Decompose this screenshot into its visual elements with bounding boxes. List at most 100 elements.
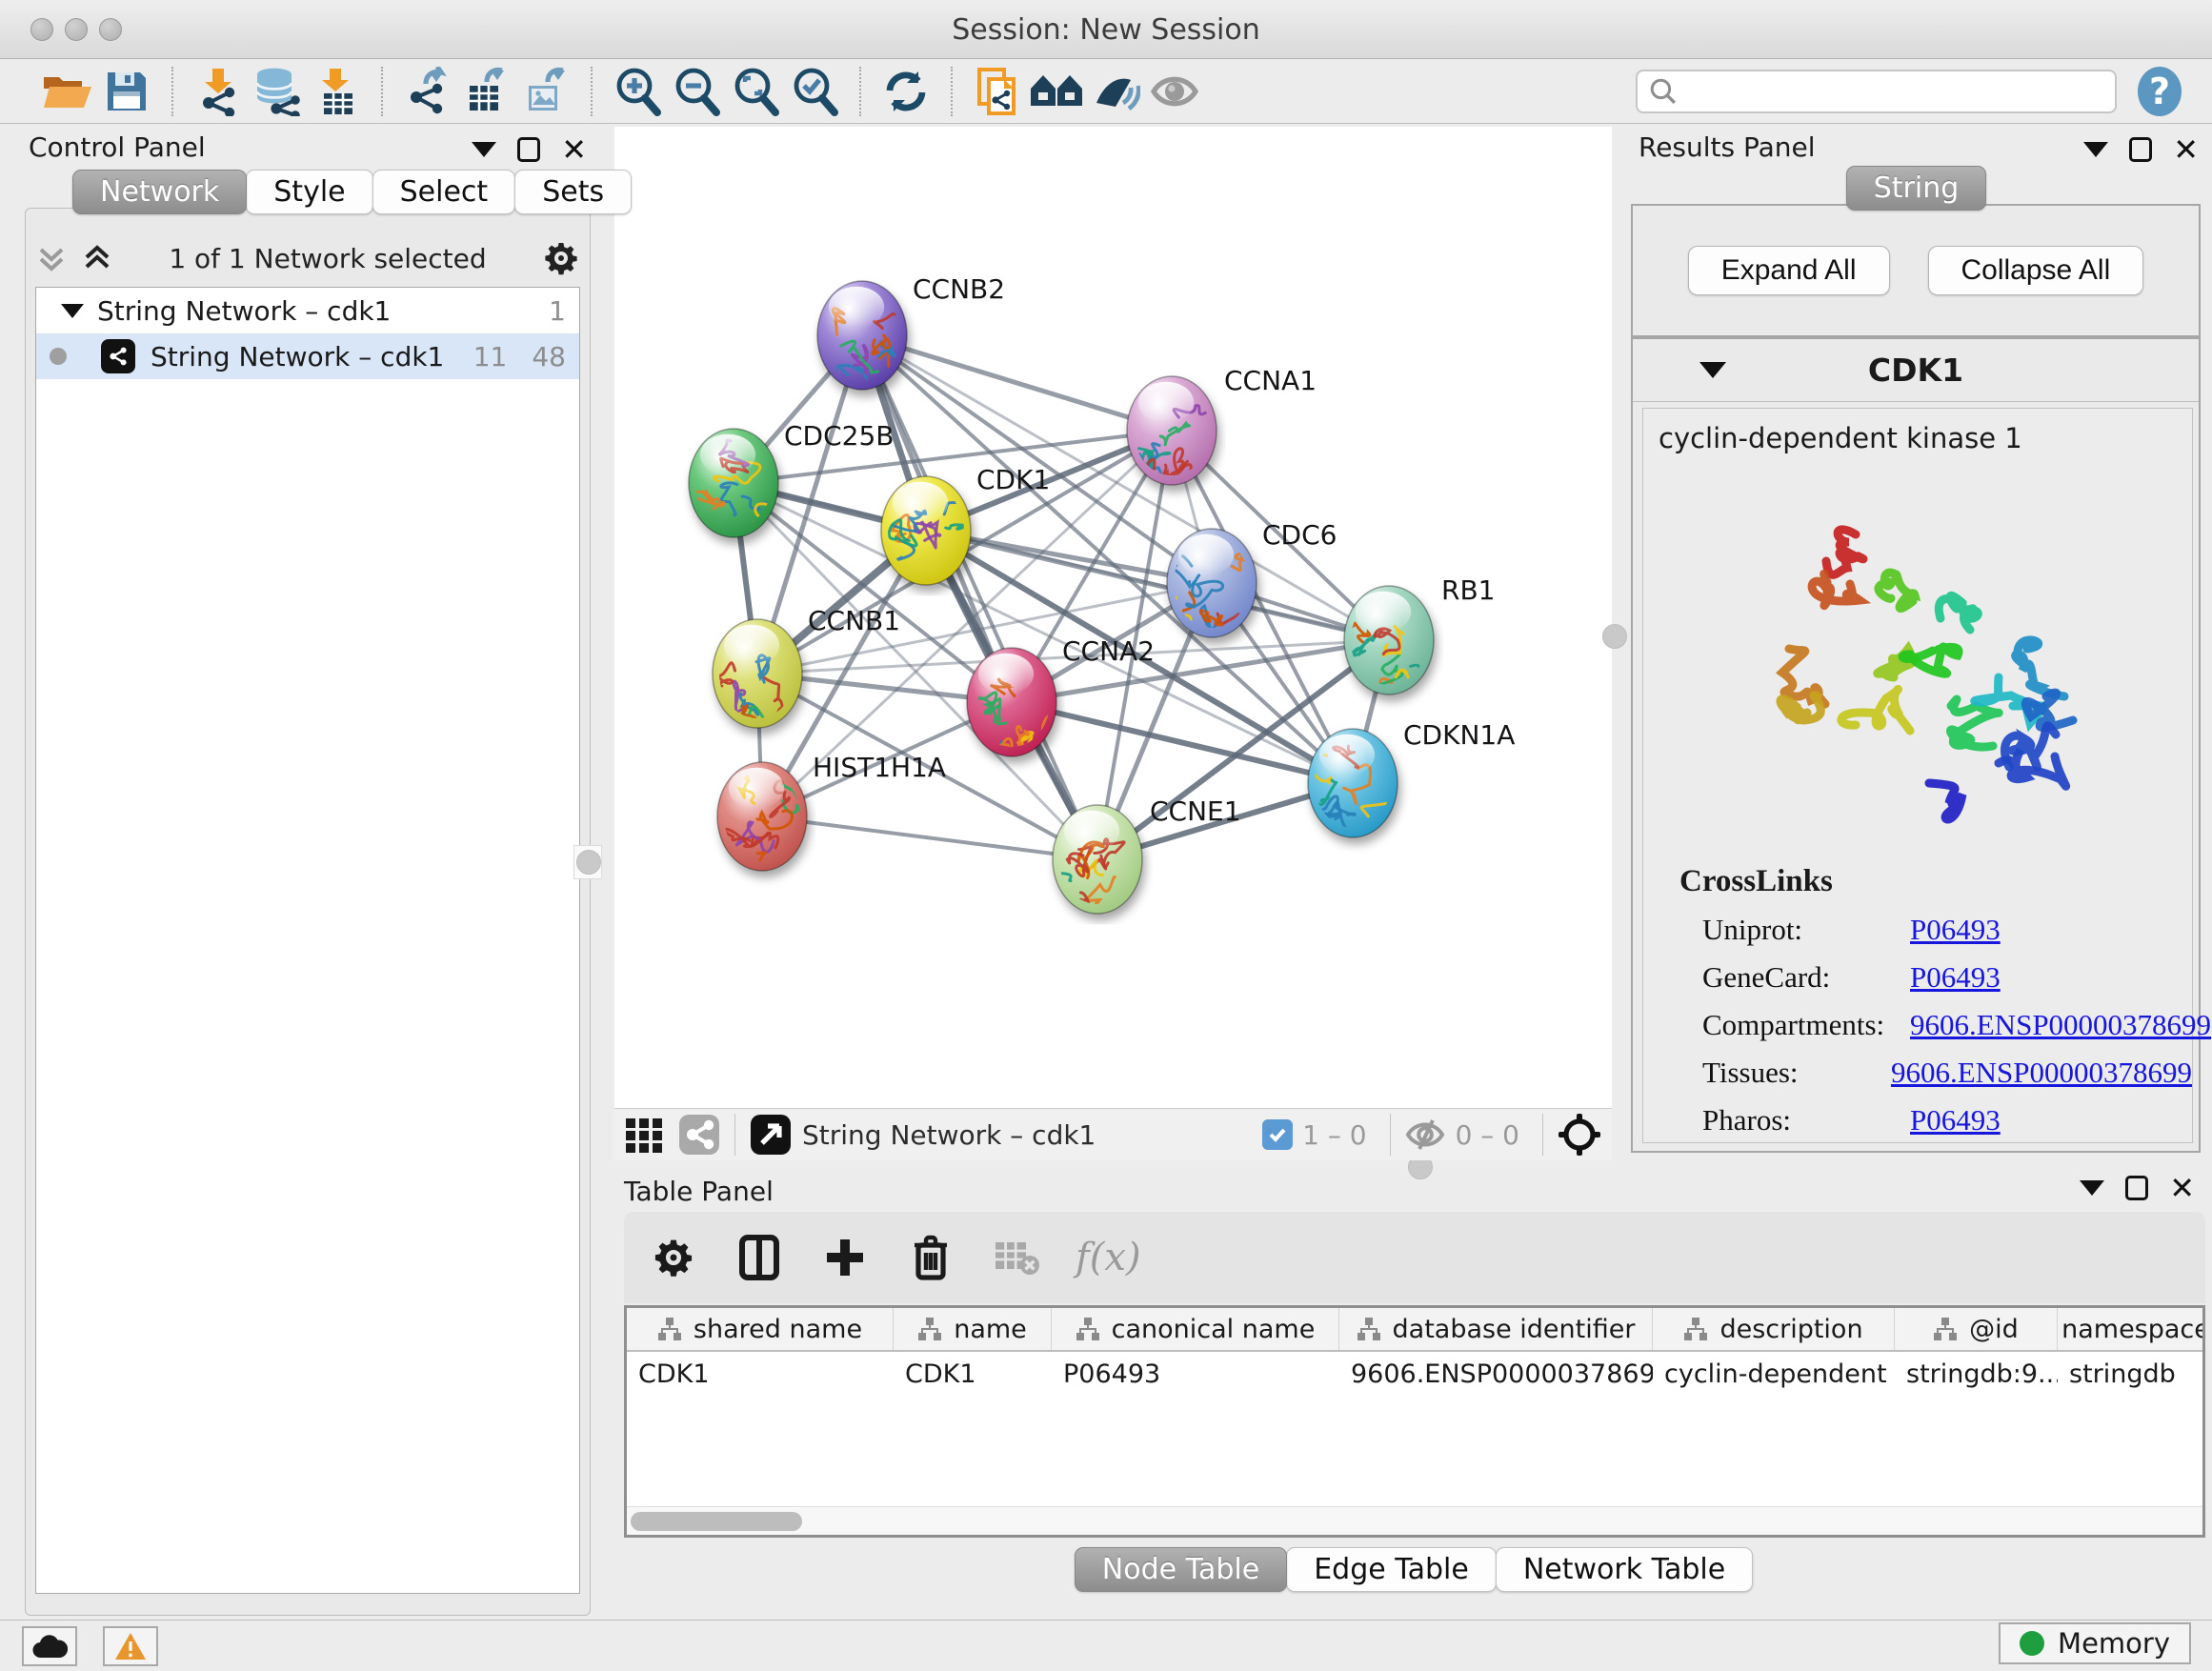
main-toolbar: ? bbox=[0, 60, 2212, 124]
section-collapse-caret-icon[interactable] bbox=[1699, 362, 1726, 378]
collapse-all-icon[interactable] bbox=[35, 242, 68, 274]
genecard-link[interactable]: P06493 bbox=[1910, 960, 2001, 995]
scrollbar-thumb[interactable] bbox=[631, 1512, 802, 1531]
network-options-gear-icon[interactable] bbox=[542, 239, 580, 277]
tab-edge-table[interactable]: Edge Table bbox=[1286, 1547, 1497, 1592]
control-panel-float-icon[interactable] bbox=[517, 137, 540, 162]
results-panel-float-icon[interactable] bbox=[2129, 137, 2152, 162]
table-row[interactable]: CDK1 CDK1 P06493 9606.ENSP00000378699 cy… bbox=[627, 1352, 2202, 1398]
column-header[interactable]: namespace bbox=[2058, 1308, 2202, 1350]
table-panel-float-icon[interactable] bbox=[2125, 1176, 2148, 1200]
enhance-labels-button[interactable] bbox=[1086, 66, 1145, 117]
expand-all-icon[interactable] bbox=[81, 242, 113, 274]
node-label-RB1: RB1 bbox=[1441, 574, 1495, 606]
network-node-CDK1[interactable] bbox=[881, 476, 987, 585]
database-import-icon bbox=[251, 67, 303, 116]
table-panel-close-icon[interactable]: ✕ bbox=[2169, 1176, 2195, 1200]
show-columns-button[interactable] bbox=[733, 1232, 786, 1283]
tab-style[interactable]: Style bbox=[246, 170, 372, 214]
warnings-button[interactable] bbox=[103, 1626, 158, 1666]
export-network-icon bbox=[403, 67, 452, 116]
gene-section-header[interactable]: CDK1 bbox=[1633, 339, 2199, 402]
tab-network[interactable]: Network bbox=[72, 170, 247, 214]
results-panel-collapse-icon[interactable] bbox=[2083, 142, 2108, 157]
import-network-from-database-button[interactable] bbox=[248, 66, 307, 117]
export-table-icon bbox=[462, 67, 512, 116]
network-node-CDC25B[interactable] bbox=[689, 429, 785, 554]
network-node-CCNB2[interactable] bbox=[817, 281, 915, 404]
expand-all-button[interactable]: Expand All bbox=[1688, 246, 1890, 295]
uniprot-link[interactable]: P06493 bbox=[1910, 913, 2001, 947]
memory-button[interactable]: Memory bbox=[1999, 1622, 2191, 1664]
delete-column-button[interactable] bbox=[904, 1232, 957, 1283]
network-edge[interactable] bbox=[762, 816, 1097, 859]
tab-node-table[interactable]: Node Table bbox=[1075, 1547, 1287, 1592]
zoom-selected-button[interactable] bbox=[785, 66, 844, 117]
results-panel-close-icon[interactable]: ✕ bbox=[2173, 137, 2199, 162]
left-splitter-handle[interactable] bbox=[573, 845, 602, 879]
save-floppy-icon bbox=[104, 69, 150, 114]
tab-sets[interactable]: Sets bbox=[514, 170, 632, 214]
tree-expand-caret-icon[interactable] bbox=[61, 304, 84, 318]
zoom-in-button[interactable] bbox=[608, 66, 667, 117]
network-node-RB1[interactable] bbox=[1341, 586, 1434, 704]
table-panel-collapse-icon[interactable] bbox=[2080, 1180, 2104, 1196]
toolbar-search bbox=[1636, 70, 2117, 113]
network-canvas[interactable]: CCNB2CCNA1CDC25BCDK1CDC6RB1CCNB1CCNA2CDK… bbox=[614, 127, 1612, 1108]
zoom-fit-button[interactable] bbox=[726, 66, 785, 117]
network-edge[interactable] bbox=[1012, 702, 1353, 783]
selected-items-checkbox-icon[interactable] bbox=[1262, 1119, 1293, 1150]
import-network-button[interactable] bbox=[189, 66, 248, 117]
tissues-link[interactable]: 9606.ENSP00000378699 bbox=[1891, 1056, 2192, 1090]
collapse-all-button[interactable]: Collapse All bbox=[1928, 246, 2144, 295]
column-header[interactable]: canonical name bbox=[1052, 1308, 1339, 1350]
tab-network-table[interactable]: Network Table bbox=[1496, 1547, 1753, 1592]
network-node-HIST1H1A[interactable] bbox=[717, 762, 807, 878]
column-header[interactable]: database identifier bbox=[1339, 1308, 1653, 1350]
open-folder-icon bbox=[42, 70, 93, 113]
copy-network-style-button[interactable] bbox=[968, 66, 1027, 117]
save-session-button[interactable] bbox=[97, 66, 156, 117]
network-edge[interactable] bbox=[862, 335, 1172, 431]
network-collection-row[interactable]: String Network – cdk1 1 bbox=[36, 288, 579, 333]
cloud-services-button[interactable] bbox=[22, 1626, 77, 1666]
zoom-out-button[interactable] bbox=[667, 66, 726, 117]
search-icon bbox=[1649, 77, 1678, 106]
tab-select[interactable]: Select bbox=[372, 170, 516, 214]
network-node-CCNB1[interactable] bbox=[713, 619, 802, 743]
columns-icon bbox=[738, 1234, 780, 1281]
show-hide-graphics-button[interactable] bbox=[1145, 66, 1204, 117]
create-column-button[interactable] bbox=[818, 1232, 872, 1283]
string-style-icon-disabled[interactable] bbox=[677, 1113, 721, 1157]
export-network-button[interactable] bbox=[398, 66, 457, 117]
open-in-window-icon[interactable] bbox=[749, 1113, 793, 1157]
memory-status-dot-icon bbox=[2020, 1631, 2044, 1656]
import-table-button[interactable] bbox=[307, 66, 366, 117]
column-header[interactable]: description bbox=[1653, 1308, 1895, 1350]
crosslink-row: Tissues: 9606.ENSP00000378699 bbox=[1702, 1056, 2192, 1090]
network-node-CCNE1[interactable] bbox=[1034, 805, 1142, 914]
string-home-button[interactable] bbox=[1027, 66, 1086, 117]
table-settings-button[interactable] bbox=[647, 1232, 700, 1283]
birdseye-view-icon[interactable] bbox=[624, 1115, 664, 1155]
refresh-view-button[interactable] bbox=[876, 66, 935, 117]
control-panel-close-icon[interactable]: ✕ bbox=[561, 137, 587, 162]
export-table-button[interactable] bbox=[457, 66, 516, 117]
center-view-crosshair-icon[interactable] bbox=[1557, 1112, 1602, 1158]
search-input[interactable] bbox=[1678, 77, 2097, 106]
network-row[interactable]: String Network – cdk1 11 48 bbox=[36, 333, 579, 379]
pharos-link[interactable]: P06493 bbox=[1910, 1103, 2001, 1137]
toolbar-separator bbox=[591, 67, 593, 116]
tab-string-results[interactable]: String bbox=[1846, 166, 1987, 211]
column-header[interactable]: name bbox=[894, 1308, 1052, 1350]
open-session-button[interactable] bbox=[38, 66, 97, 117]
column-header[interactable]: @id bbox=[1895, 1308, 2058, 1350]
control-panel-collapse-icon[interactable] bbox=[472, 142, 496, 157]
column-header[interactable]: shared name bbox=[627, 1308, 894, 1350]
string-network-icon bbox=[101, 339, 135, 373]
compartments-link[interactable]: 9606.ENSP00000378699 bbox=[1910, 1008, 2211, 1042]
delete-table-icon bbox=[994, 1238, 1039, 1277]
export-image-button[interactable] bbox=[516, 66, 575, 117]
window-title: Session: New Session bbox=[0, 13, 2212, 47]
help-button[interactable]: ? bbox=[2134, 66, 2185, 117]
